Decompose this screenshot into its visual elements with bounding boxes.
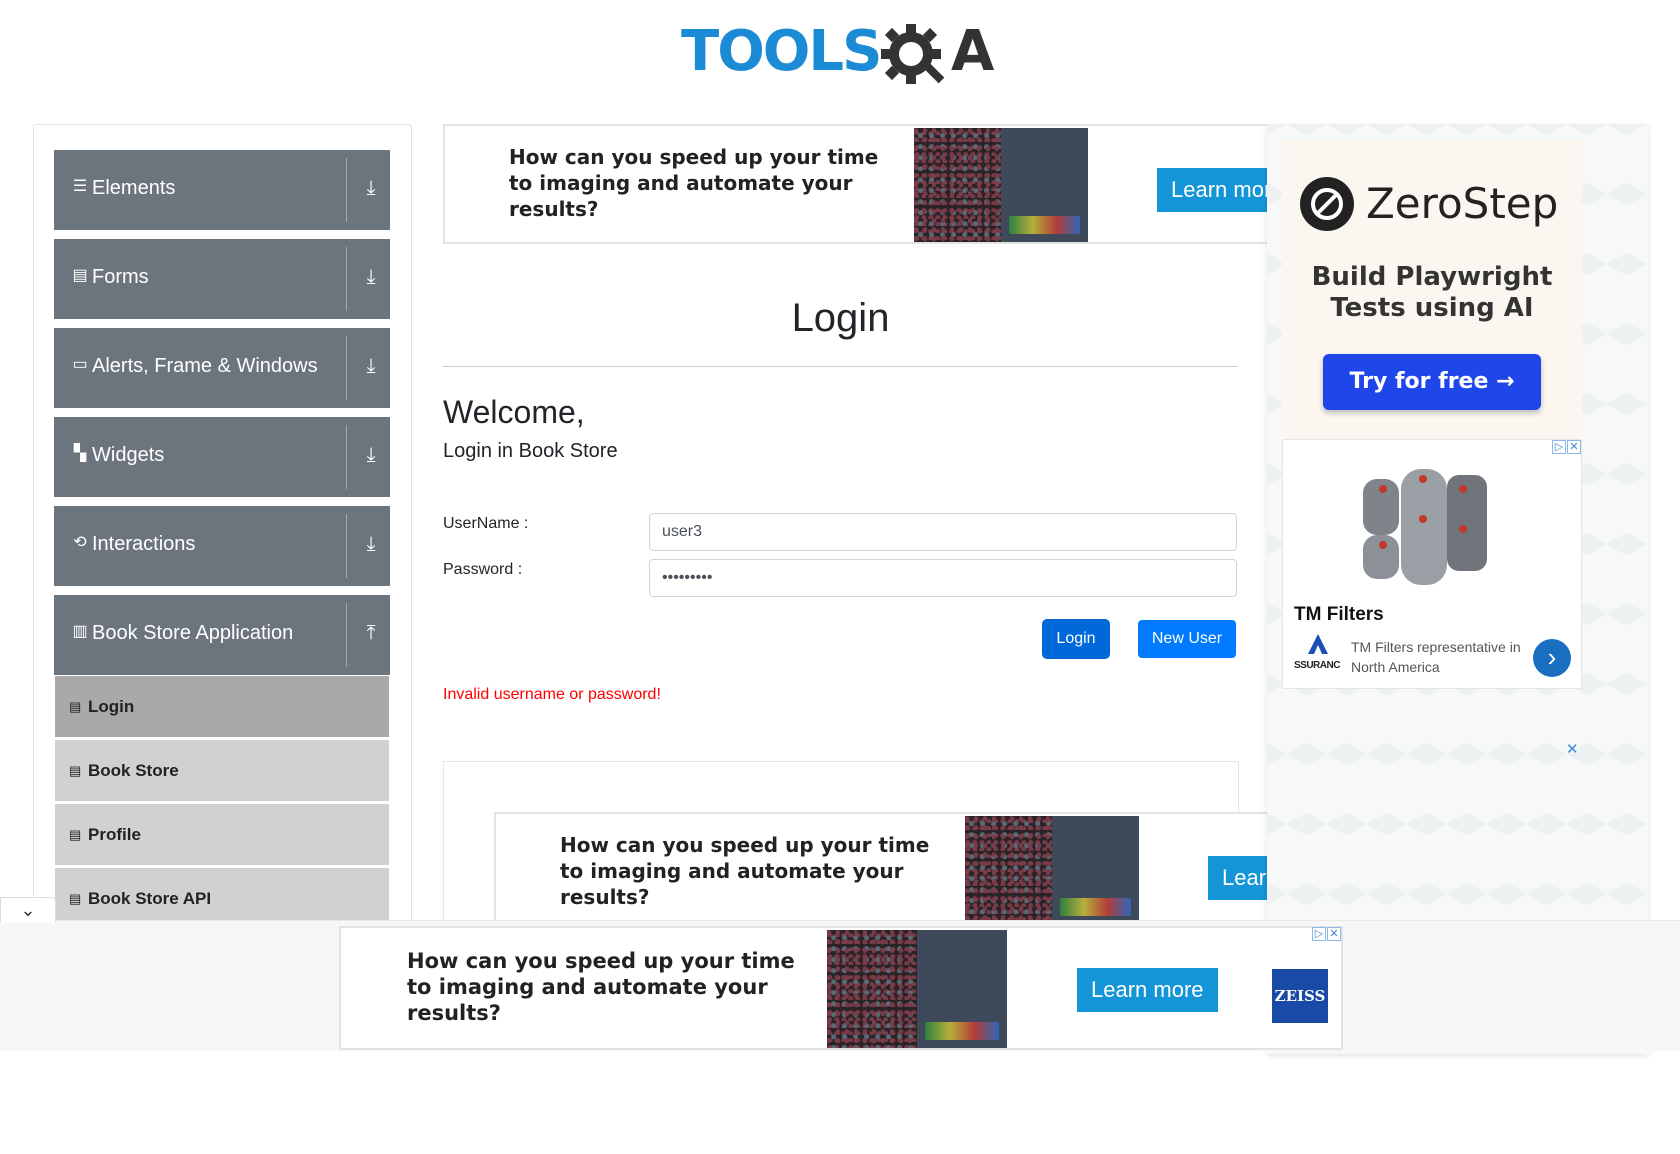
zerostep-logo-icon	[1300, 177, 1354, 231]
list-icon: ☰	[72, 178, 88, 195]
chevron-down-icon[interactable]: ⌄	[0, 897, 56, 923]
left-panel: ☰ Elements ⤓ ▤ Forms ⤓ ▭ Alerts, Frame &…	[33, 124, 412, 984]
sidebar-item-label: Login	[88, 697, 135, 716]
bottom-banner-ad[interactable]: How can you speed up your time to imagin…	[339, 926, 1343, 1050]
lower-banner-ad[interactable]: How can you speed up your time to imagin…	[494, 812, 1280, 924]
divider	[346, 247, 347, 311]
logo-text-a: A	[951, 19, 994, 84]
sidebar-item-book-store[interactable]: ▤ Book Store	[55, 739, 389, 801]
login-button[interactable]: Login	[1043, 620, 1109, 658]
ad-learn-more-button[interactable]: Learn more	[1157, 168, 1277, 212]
expand-down-icon[interactable]: ⤓	[360, 354, 382, 378]
widgets-icon: ▚	[73, 445, 87, 462]
sidebar-group-label: Book Store Application	[92, 622, 294, 644]
logo-text-tools: TOOLS	[681, 19, 882, 84]
password-label: Password :	[443, 561, 523, 578]
close-ad-icon[interactable]: ✕	[1567, 440, 1581, 454]
username-label: UserName :	[443, 515, 529, 532]
tm-filters-title: TM Filters	[1294, 604, 1384, 625]
sidebar-group-label: Interactions	[92, 533, 196, 555]
title-divider	[443, 366, 1238, 367]
toolsqa-logo[interactable]: TOOLS A	[681, 14, 1003, 90]
sidebar-item-label: Book Store	[88, 761, 179, 780]
item-icon: ▤	[69, 827, 82, 842]
page-title: Login	[791, 296, 890, 340]
item-icon: ▤	[69, 699, 82, 714]
sidebar-group-interactions[interactable]: ⟲ Interactions ⤓	[54, 506, 390, 586]
ad-image	[965, 816, 1139, 922]
sidebar-group-label: Widgets	[92, 444, 165, 466]
divider	[346, 514, 347, 578]
sidebar-group-label: Elements	[92, 177, 176, 199]
expand-down-icon[interactable]: ⤓	[360, 265, 382, 289]
divider	[346, 336, 347, 400]
sidebar-item-label: Book Store API	[88, 889, 212, 908]
sidebar-group-elements[interactable]: ☰ Elements ⤓	[54, 150, 390, 230]
sidebar-group-forms[interactable]: ▤ Forms ⤓	[54, 239, 390, 319]
welcome-heading: Welcome,	[443, 394, 585, 430]
ad-image	[914, 128, 1088, 242]
brand-mark-icon	[1308, 634, 1328, 654]
ad-learn-more-button[interactable]: Learn more	[1077, 968, 1218, 1012]
expand-down-icon[interactable]: ⤓	[360, 443, 382, 467]
try-for-free-button[interactable]: Try for free →	[1323, 354, 1541, 410]
tm-brand-text: SSURANC	[1294, 660, 1340, 671]
sidebar-group-label: Forms	[92, 266, 149, 288]
password-input[interactable]: •••••••••	[649, 559, 1237, 597]
sidebar-group-book-store-application[interactable]: ▥ Book Store Application ⤒	[54, 595, 390, 675]
expand-down-icon[interactable]: ⤓	[360, 532, 382, 556]
adchoices-icon[interactable]: ▷	[1312, 927, 1326, 941]
document-icon: ▤	[72, 267, 88, 284]
books-icon: ▥	[72, 623, 88, 640]
top-banner-ad[interactable]: How can you speed up your time to imagin…	[443, 124, 1279, 244]
ad-question: How can you speed up your time to imagin…	[509, 145, 879, 221]
sidebar-item-login[interactable]: ▤ Login	[55, 675, 389, 737]
collapse-up-icon[interactable]: ⤒	[360, 621, 382, 645]
username-input[interactable]: user3	[649, 513, 1237, 551]
divider	[346, 158, 347, 222]
sidebar-item-label: Profile	[88, 825, 141, 844]
divider	[346, 603, 347, 667]
zerostep-tagline: Build Playwright Tests using AI	[1311, 262, 1553, 323]
new-user-button[interactable]: New User	[1138, 620, 1236, 658]
item-icon: ▤	[69, 763, 82, 778]
item-icon: ▤	[69, 891, 82, 906]
tm-brand-logo: SSURANC	[1294, 633, 1340, 677]
filter-machine-image	[1363, 469, 1487, 585]
ad-question: How can you speed up your time to imagin…	[560, 833, 930, 909]
gear-magnifier-icon	[881, 24, 945, 84]
error-message: Invalid username or password!	[443, 686, 661, 703]
sidebar-item-profile[interactable]: ▤ Profile	[55, 803, 389, 865]
sidebar-group-widgets[interactable]: ▚ Widgets ⤓	[54, 417, 390, 497]
adchoices-icon[interactable]: ▷	[1552, 440, 1566, 454]
zeiss-logo: ZEISS	[1272, 969, 1328, 1023]
ad-image	[827, 930, 1007, 1048]
sidebar-group-label: Alerts, Frame & Windows	[92, 355, 318, 377]
interaction-icon: ⟲	[73, 534, 87, 551]
tm-filters-description: TM Filters representative in North Ameri…	[1351, 639, 1521, 675]
sidebar-group-alerts-frame-windows[interactable]: ▭ Alerts, Frame & Windows ⤓	[54, 328, 390, 408]
divider	[346, 425, 347, 489]
chevron-right-icon[interactable]: ›	[1533, 639, 1571, 677]
ad-question: How can you speed up your time to imagin…	[407, 949, 795, 1025]
close-ad-icon[interactable]: ✕	[1327, 927, 1341, 941]
close-icon[interactable]: ✕	[1566, 740, 1579, 758]
zerostep-name: ZeroStep	[1366, 179, 1559, 228]
login-subtitle: Login in Book Store	[443, 440, 618, 462]
expand-down-icon[interactable]: ⤓	[360, 176, 382, 200]
window-icon: ▭	[72, 356, 88, 373]
